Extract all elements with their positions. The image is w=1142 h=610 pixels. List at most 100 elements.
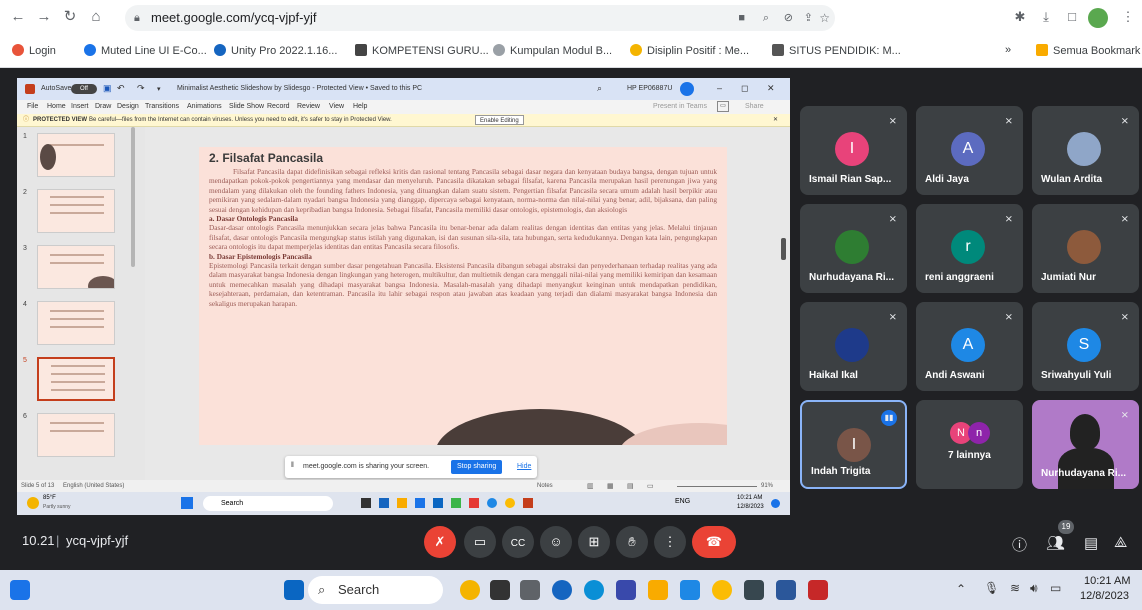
battery-icon[interactable]: ▭ bbox=[1050, 581, 1061, 595]
participant-tile[interactable]: A ⨯ Andi Aswani bbox=[916, 302, 1023, 391]
raise-hand-button[interactable]: ✋︎ bbox=[616, 526, 648, 558]
account-avatar[interactable] bbox=[680, 82, 694, 96]
menu-review[interactable]: Review bbox=[297, 103, 320, 110]
app-icon[interactable] bbox=[520, 580, 540, 600]
participant-tile[interactable]: ⨯ Nurhudayana Ri... bbox=[800, 204, 907, 293]
star-icon[interactable]: ☆ bbox=[819, 5, 830, 31]
bookmark-item[interactable]: KOMPETENSI GURU... bbox=[355, 44, 489, 57]
menu-transitions[interactable]: Transitions bbox=[145, 103, 179, 110]
menu-animations[interactable]: Animations bbox=[187, 103, 222, 110]
activities-icon[interactable]: ⟁ bbox=[1114, 534, 1127, 551]
slide-scrollbar[interactable] bbox=[781, 238, 786, 260]
leave-call-button[interactable]: ☎︎ bbox=[692, 526, 736, 558]
menu-draw[interactable]: Draw bbox=[95, 103, 111, 110]
reload-icon[interactable]: ↻ bbox=[60, 7, 80, 27]
stop-sharing-button[interactable]: Stop sharing bbox=[451, 460, 503, 474]
profile-avatar[interactable] bbox=[1088, 8, 1108, 28]
participant-tile[interactable]: S ⨯ Sriwahyuli Yuli bbox=[1032, 302, 1139, 391]
slide-thumbnail[interactable] bbox=[37, 413, 115, 457]
app-icon[interactable] bbox=[487, 498, 497, 508]
info-icon[interactable]: ⓘ bbox=[1012, 534, 1027, 555]
menu-home[interactable]: Home bbox=[47, 103, 66, 110]
people-icon[interactable]: 👥︎ bbox=[1046, 534, 1065, 552]
file-explorer-icon[interactable] bbox=[648, 580, 668, 600]
edge-icon[interactable] bbox=[584, 580, 604, 600]
bookmark-item[interactable]: Disiplin Positif : Me... bbox=[630, 44, 749, 57]
hide-link[interactable]: Hide bbox=[517, 463, 531, 470]
reading-view-icon[interactable]: ▤ bbox=[627, 482, 634, 490]
zoom-slider[interactable] bbox=[677, 486, 757, 487]
notes-button[interactable]: Notes bbox=[537, 483, 553, 489]
emoji-button[interactable]: ☺ bbox=[540, 526, 572, 558]
windows-start-icon[interactable] bbox=[181, 497, 193, 509]
app-icon[interactable] bbox=[451, 498, 461, 508]
chrome-icon[interactable] bbox=[505, 498, 515, 508]
participant-tile[interactable]: ⨯ Wulan Ardita bbox=[1032, 106, 1139, 195]
undo-icon[interactable]: ↶ bbox=[117, 83, 125, 94]
mic-off-button[interactable]: ✗ bbox=[424, 526, 456, 558]
thumb-scrollbar[interactable] bbox=[131, 127, 135, 267]
menu-view[interactable]: View bbox=[329, 103, 344, 110]
search-icon[interactable]: ⌕ bbox=[597, 83, 602, 94]
participant-tile[interactable]: r ⨯ reni anggraeni bbox=[916, 204, 1023, 293]
slide-thumbnail[interactable] bbox=[37, 301, 115, 345]
app-icon[interactable] bbox=[433, 498, 443, 508]
menu-record[interactable]: Record bbox=[267, 103, 290, 110]
powerpoint-taskbar-icon[interactable] bbox=[523, 498, 533, 508]
participant-tile[interactable]: I ⨯ Ismail Rian Sap... bbox=[800, 106, 907, 195]
slide-thumbnail-selected[interactable] bbox=[37, 357, 115, 401]
taskbar-search[interactable]: ⌕ Search bbox=[308, 576, 443, 604]
present-teams-button[interactable]: Present in Teams bbox=[653, 103, 707, 110]
notification-icon[interactable] bbox=[771, 499, 780, 508]
save-icon[interactable]: ▣ bbox=[103, 83, 112, 94]
widgets-icon[interactable] bbox=[10, 580, 30, 600]
bookmark-item[interactable]: Kumpulan Modul B... bbox=[493, 44, 612, 57]
slideshow-view-icon[interactable]: ▭ bbox=[647, 482, 654, 490]
address-bar[interactable]: 🔒︎ meet.google.com/ycq-vjpf-yjf ■ ⌕ ⊘ ⇪ … bbox=[125, 5, 835, 31]
menu-design[interactable]: Design bbox=[117, 103, 139, 110]
share-page-icon[interactable]: ⇪ bbox=[804, 5, 813, 31]
bookmark-item[interactable]: SITUS PENDIDIK: M... bbox=[772, 44, 901, 57]
sorter-view-icon[interactable]: ▦ bbox=[607, 482, 614, 490]
clock-date[interactable]: 12/8/2023 bbox=[1080, 590, 1129, 602]
app-icon[interactable] bbox=[397, 498, 407, 508]
menu-file[interactable]: File bbox=[27, 103, 38, 110]
bookmark-item[interactable]: Muted Line UI E-Co... bbox=[84, 44, 207, 57]
app-icon[interactable] bbox=[490, 580, 510, 600]
camera-icon[interactable]: ■ bbox=[738, 5, 745, 31]
all-bookmarks[interactable]: Semua Bookmark bbox=[1036, 44, 1140, 57]
bookmark-item[interactable]: Unity Pro 2022.1.16... bbox=[214, 44, 337, 57]
chevron-up-icon[interactable]: ⌃ bbox=[956, 582, 966, 596]
bookmarks-more[interactable]: » bbox=[1005, 44, 1011, 56]
mail-icon[interactable] bbox=[680, 580, 700, 600]
share-button[interactable]: Share bbox=[745, 103, 764, 110]
volume-icon[interactable]: 🔊︎ bbox=[1030, 581, 1038, 596]
participant-tile[interactable]: ⨯ Jumiati Nur bbox=[1032, 204, 1139, 293]
menu-slideshow[interactable]: Slide Show bbox=[229, 103, 264, 110]
menu-insert[interactable]: Insert bbox=[71, 103, 89, 110]
menu-help[interactable]: Help bbox=[353, 103, 367, 110]
mic-icon[interactable]: 🎙︎ bbox=[984, 581, 999, 595]
inner-search-box[interactable]: Search bbox=[203, 496, 333, 511]
menu-dots-icon[interactable]: ⋮ bbox=[1118, 7, 1138, 27]
maximize-icon[interactable]: ◻ bbox=[741, 83, 748, 94]
app-icon[interactable] bbox=[552, 580, 572, 600]
zoom-icon[interactable]: ⌕ bbox=[763, 5, 769, 31]
enable-editing-button[interactable]: Enable Editing bbox=[475, 115, 524, 125]
slide-thumbnail[interactable] bbox=[37, 133, 115, 177]
chat-icon[interactable]: ▤ bbox=[1084, 534, 1098, 552]
app-icon[interactable] bbox=[460, 580, 480, 600]
download-icon[interactable]: ⤓ bbox=[1036, 7, 1056, 27]
app-icon[interactable] bbox=[616, 580, 636, 600]
present-button[interactable]: ⊞ bbox=[578, 526, 610, 558]
app-icon[interactable] bbox=[415, 498, 425, 508]
autosave-toggle[interactable]: Off bbox=[71, 84, 97, 94]
back-icon[interactable]: ← bbox=[8, 7, 28, 27]
camera-button[interactable]: ▭ bbox=[464, 526, 496, 558]
wifi-icon[interactable]: ≋ bbox=[1010, 581, 1020, 595]
captions-button[interactable]: CC bbox=[502, 526, 534, 558]
normal-view-icon[interactable]: ▥ bbox=[587, 482, 594, 490]
chrome-icon[interactable] bbox=[712, 580, 732, 600]
redo-icon[interactable]: ↷ bbox=[137, 83, 145, 94]
comments-icon[interactable]: ▭ bbox=[717, 101, 729, 112]
